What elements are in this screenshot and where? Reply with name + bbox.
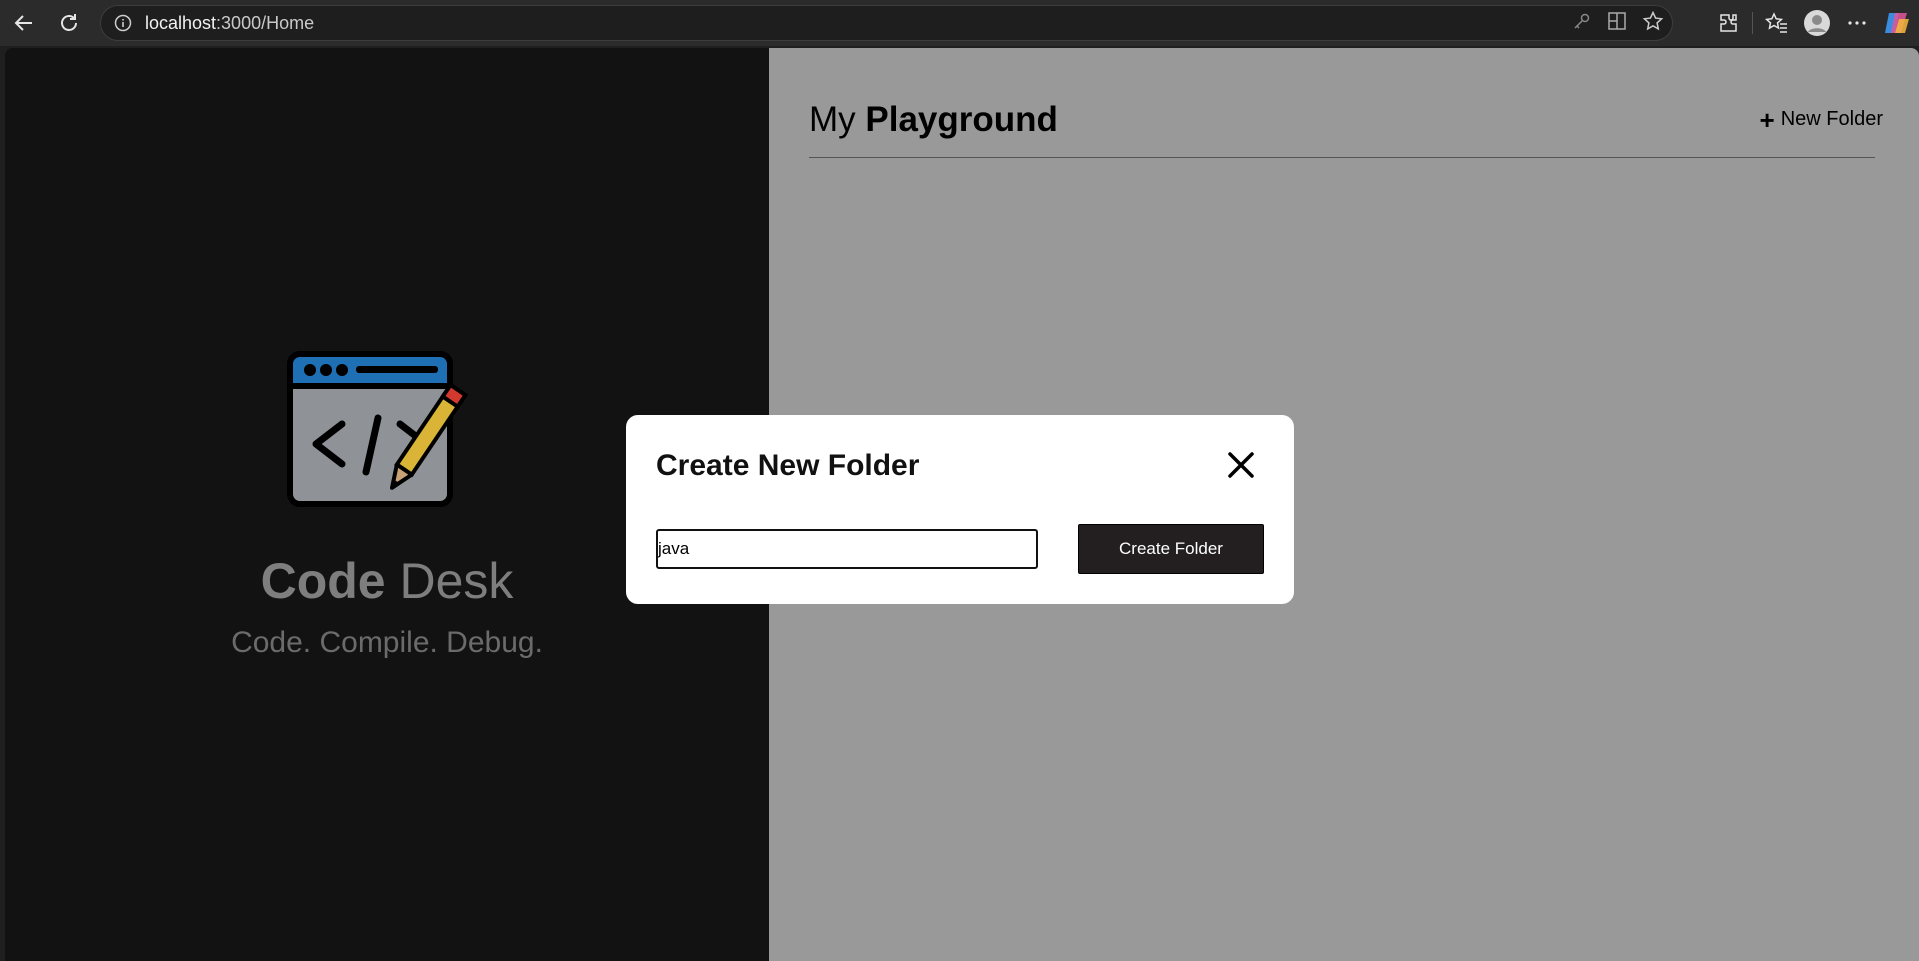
- title-divider: [809, 157, 1875, 158]
- key-icon[interactable]: [1572, 11, 1592, 36]
- site-info-icon[interactable]: [113, 13, 133, 33]
- address-bar[interactable]: localhost:3000/Home: [100, 5, 1673, 41]
- plus-icon: +: [1759, 104, 1775, 135]
- brand-title-rest: Desk: [385, 553, 514, 609]
- brand-tagline: Code. Compile. Debug.: [231, 626, 543, 659]
- new-folder-label: New Folder: [1780, 108, 1883, 130]
- toolbar-separator: [1752, 12, 1753, 34]
- profile-avatar-icon[interactable]: [1797, 3, 1837, 43]
- modal-title: Create New Folder: [656, 449, 920, 482]
- refresh-icon: [61, 14, 77, 31]
- back-arrow-icon: [14, 15, 32, 31]
- browser-toolbar: localhost:3000/Home: [0, 0, 1919, 46]
- copilot-icon[interactable]: [1877, 3, 1917, 43]
- url-text[interactable]: localhost:3000/Home: [145, 13, 314, 34]
- page-title-bold: Playground: [865, 100, 1058, 139]
- new-folder-button[interactable]: + New Folder: [1759, 104, 1883, 135]
- close-icon: [1228, 452, 1254, 478]
- page-title: My Playground: [809, 100, 1058, 140]
- url-path: :3000/Home: [216, 12, 315, 33]
- url-host: localhost: [145, 12, 217, 33]
- create-folder-button[interactable]: Create Folder: [1078, 524, 1264, 574]
- close-modal-button[interactable]: [1226, 450, 1256, 480]
- extensions-icon[interactable]: [1708, 3, 1748, 43]
- create-folder-modal: Create New Folder Create Folder: [626, 415, 1294, 604]
- favorites-icon[interactable]: [1757, 3, 1797, 43]
- brand-title-bold: Code: [260, 553, 386, 609]
- code-desk-logo-icon: [280, 348, 500, 528]
- split-screen-icon[interactable]: [1606, 10, 1628, 37]
- back-button[interactable]: [7, 6, 41, 40]
- folder-name-input[interactable]: [656, 529, 1038, 569]
- favorite-star-icon[interactable]: [1642, 10, 1664, 37]
- page-title-light: My: [809, 100, 866, 139]
- more-options-icon[interactable]: [1837, 3, 1877, 43]
- refresh-button[interactable]: [52, 6, 86, 40]
